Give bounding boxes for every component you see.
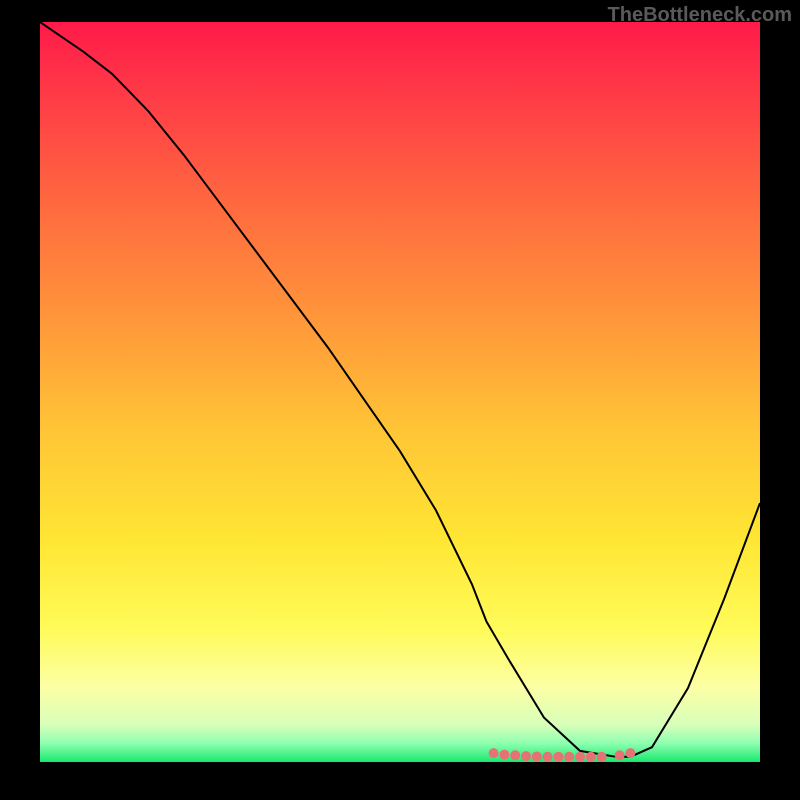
valley-dot [543,752,553,762]
valley-dot [625,748,635,758]
valley-dot [586,752,596,762]
valley-dot [597,752,607,762]
valley-dot [553,752,563,762]
valley-dot [489,748,499,758]
valley-dot [510,750,520,760]
valley-dot [521,751,531,761]
valley-dot [532,752,542,762]
valley-dot [575,752,585,762]
chart-svg [40,22,760,762]
valley-markers [489,748,636,762]
valley-dot [499,750,509,760]
valley-dot [564,752,574,762]
bottleneck-curve [40,22,760,757]
plot-area [40,22,760,762]
valley-dot [615,750,625,760]
watermark-text: TheBottleneck.com [608,4,792,27]
